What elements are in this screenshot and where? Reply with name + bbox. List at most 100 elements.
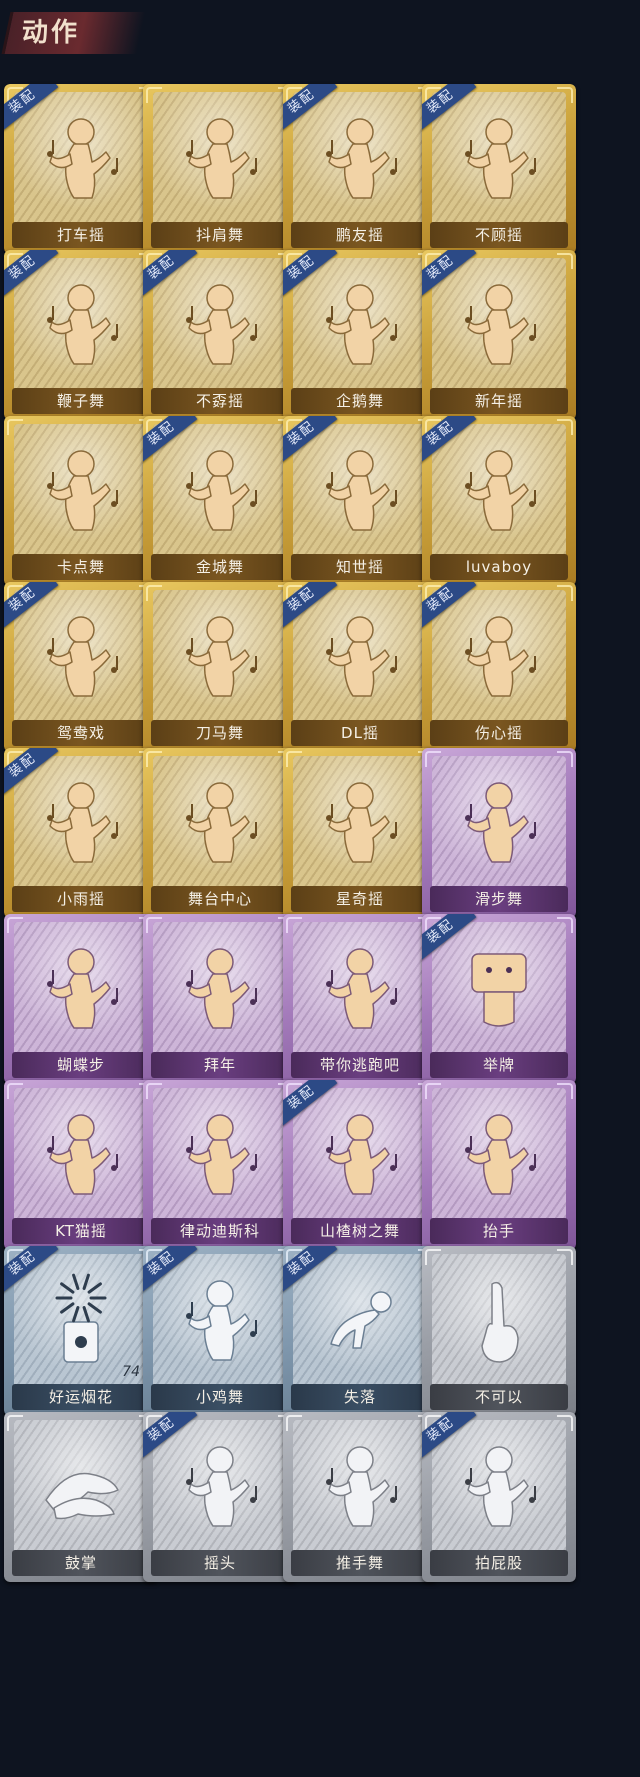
emote-card[interactable]: 抖肩舞 bbox=[143, 84, 297, 254]
dance-figure-icon bbox=[326, 948, 397, 1029]
emote-name: 推手舞 bbox=[335, 1554, 384, 1572]
emote-card[interactable]: 鞭子舞 装配 bbox=[4, 250, 158, 420]
emote-card[interactable]: 鼓掌 bbox=[4, 1412, 158, 1582]
emote-name: 鼓掌 bbox=[64, 1554, 97, 1572]
emote-name: 失落 bbox=[343, 1388, 376, 1406]
emote-card[interactable]: 不可以 bbox=[422, 1246, 576, 1416]
emote-card[interactable]: luvaboy 装配 bbox=[422, 416, 576, 586]
emote-card[interactable]: 拜年 bbox=[143, 914, 297, 1084]
emote-name: 舞台中心 bbox=[187, 890, 252, 908]
emote-card[interactable]: 摇头 装配 bbox=[143, 1412, 297, 1582]
emote-card[interactable]: 新年摇 装配 bbox=[422, 250, 576, 420]
emote-card[interactable]: 舞台中心 bbox=[143, 748, 297, 918]
dance-figure-icon bbox=[47, 284, 118, 365]
dance-figure-icon bbox=[47, 948, 118, 1029]
emote-card[interactable]: 蝴蝶步 bbox=[4, 914, 158, 1084]
dance-figure-icon bbox=[326, 616, 397, 697]
emote-card[interactable]: 不孬摇 装配 bbox=[143, 250, 297, 420]
emote-card[interactable]: 抬手 bbox=[422, 1080, 576, 1250]
emote-card[interactable]: 山楂树之舞 装配 bbox=[283, 1080, 437, 1250]
dance-figure-icon bbox=[465, 284, 536, 365]
dance-figure-icon bbox=[47, 616, 118, 697]
dance-figure-icon bbox=[465, 118, 536, 199]
sign-holding-figure-icon bbox=[471, 953, 527, 1027]
emote-card[interactable]: 伤心摇 装配 bbox=[422, 582, 576, 752]
emote-card[interactable]: 带你逃跑吧 bbox=[283, 914, 437, 1084]
dance-figure-icon bbox=[186, 1114, 257, 1195]
emote-name: 鞭子舞 bbox=[56, 392, 105, 410]
emote-card[interactable]: 拍屁股 装配 bbox=[422, 1412, 576, 1582]
heart-hands-figure-icon bbox=[465, 616, 536, 697]
dance-figure-icon bbox=[186, 284, 257, 365]
emote-name: DL摇 bbox=[341, 724, 379, 742]
clapping-hands-icon bbox=[45, 1472, 119, 1520]
emote-card[interactable]: 卡点舞 bbox=[4, 416, 158, 586]
emote-name: 滑步舞 bbox=[474, 890, 523, 908]
emote-card[interactable]: 失落 装配 bbox=[283, 1246, 437, 1416]
emote-card[interactable]: KT猫摇 bbox=[4, 1080, 158, 1250]
section-title: 动作 bbox=[22, 18, 81, 48]
emote-name: 刀马舞 bbox=[195, 724, 244, 742]
firework-icon bbox=[55, 1273, 107, 1363]
emote-name: 拜年 bbox=[203, 1056, 236, 1074]
head-shake-figure-icon bbox=[186, 1446, 257, 1527]
emote-card[interactable]: 打车摇 装配 bbox=[4, 84, 158, 254]
push-hands-figure-icon bbox=[326, 1446, 397, 1527]
dance-figure-icon bbox=[326, 118, 397, 199]
dance-figure-icon bbox=[186, 616, 257, 697]
section-header: 动作 bbox=[0, 0, 640, 60]
emote-name: 知世摇 bbox=[335, 558, 384, 576]
emote-name: 不可以 bbox=[474, 1388, 523, 1406]
item-count: 74 bbox=[122, 1364, 140, 1380]
raise-hand-figure-icon bbox=[465, 1114, 536, 1195]
emote-card[interactable]: 知世摇 装配 bbox=[283, 416, 437, 586]
emote-card[interactable]: 星奇摇 bbox=[283, 748, 437, 918]
emote-card[interactable]: 不顾摇 装配 bbox=[422, 84, 576, 254]
emote-card[interactable]: 推手舞 bbox=[283, 1412, 437, 1582]
emote-card[interactable]: 刀马舞 bbox=[143, 582, 297, 752]
dance-figure-icon bbox=[326, 450, 397, 531]
emote-name: 不顾摇 bbox=[474, 226, 523, 244]
emote-card[interactable]: 鸳鸯戏 装配 bbox=[4, 582, 158, 752]
emote-name: 鹏友摇 bbox=[335, 226, 384, 244]
chicken-dance-figure-icon bbox=[186, 1280, 257, 1361]
emote-card[interactable]: 律动迪斯科 bbox=[143, 1080, 297, 1250]
emote-card[interactable]: 滑步舞 bbox=[422, 748, 576, 918]
dance-figure-icon bbox=[186, 118, 257, 199]
emote-card[interactable]: 鹏友摇 装配 bbox=[283, 84, 437, 254]
emote-card[interactable]: 小鸡舞 装配 bbox=[143, 1246, 297, 1416]
emote-name: 抖肩舞 bbox=[195, 226, 244, 244]
emote-card[interactable]: 金城舞 装配 bbox=[143, 416, 297, 586]
emote-name: 好运烟花 bbox=[48, 1388, 113, 1406]
emote-card[interactable]: DL摇 装配 bbox=[283, 582, 437, 752]
emote-name: 打车摇 bbox=[56, 226, 105, 244]
emote-name: 不孬摇 bbox=[195, 392, 244, 410]
emote-name: 星奇摇 bbox=[335, 890, 384, 908]
dance-figure-icon bbox=[47, 1114, 118, 1195]
emote-name: 小雨摇 bbox=[56, 890, 105, 908]
emote-name: 小鸡舞 bbox=[195, 1388, 244, 1406]
emote-card[interactable]: 举牌 装配 bbox=[422, 914, 576, 1084]
emote-name: 山楂树之舞 bbox=[319, 1222, 400, 1240]
dance-figure-icon bbox=[326, 782, 397, 863]
emote-card[interactable]: 企鹅舞 装配 bbox=[283, 250, 437, 420]
dance-figure-icon bbox=[47, 450, 118, 531]
dance-figure-icon bbox=[326, 1114, 397, 1195]
pointing-finger-icon bbox=[481, 1281, 519, 1363]
butt-slap-figure-icon bbox=[465, 1446, 536, 1527]
emote-name: 金城舞 bbox=[195, 558, 244, 576]
emote-name: 卡点舞 bbox=[56, 558, 105, 576]
dance-figure-icon bbox=[186, 782, 257, 863]
dance-figure-icon bbox=[186, 450, 257, 531]
emote-name: 蝴蝶步 bbox=[56, 1056, 105, 1074]
emote-card[interactable]: 小雨摇 装配 bbox=[4, 748, 158, 918]
emote-name: 拍屁股 bbox=[474, 1554, 523, 1572]
dance-figure-icon bbox=[47, 782, 118, 863]
crawling-figure-icon bbox=[330, 1291, 392, 1349]
emote-name: 带你逃跑吧 bbox=[319, 1056, 400, 1074]
emote-name: 新年摇 bbox=[474, 392, 523, 410]
emote-name: luvaboy bbox=[465, 558, 533, 576]
emote-name: 伤心摇 bbox=[474, 724, 523, 742]
dance-figure-icon bbox=[465, 782, 536, 863]
emote-card[interactable]: 74 好运烟花 装配 bbox=[4, 1246, 158, 1416]
